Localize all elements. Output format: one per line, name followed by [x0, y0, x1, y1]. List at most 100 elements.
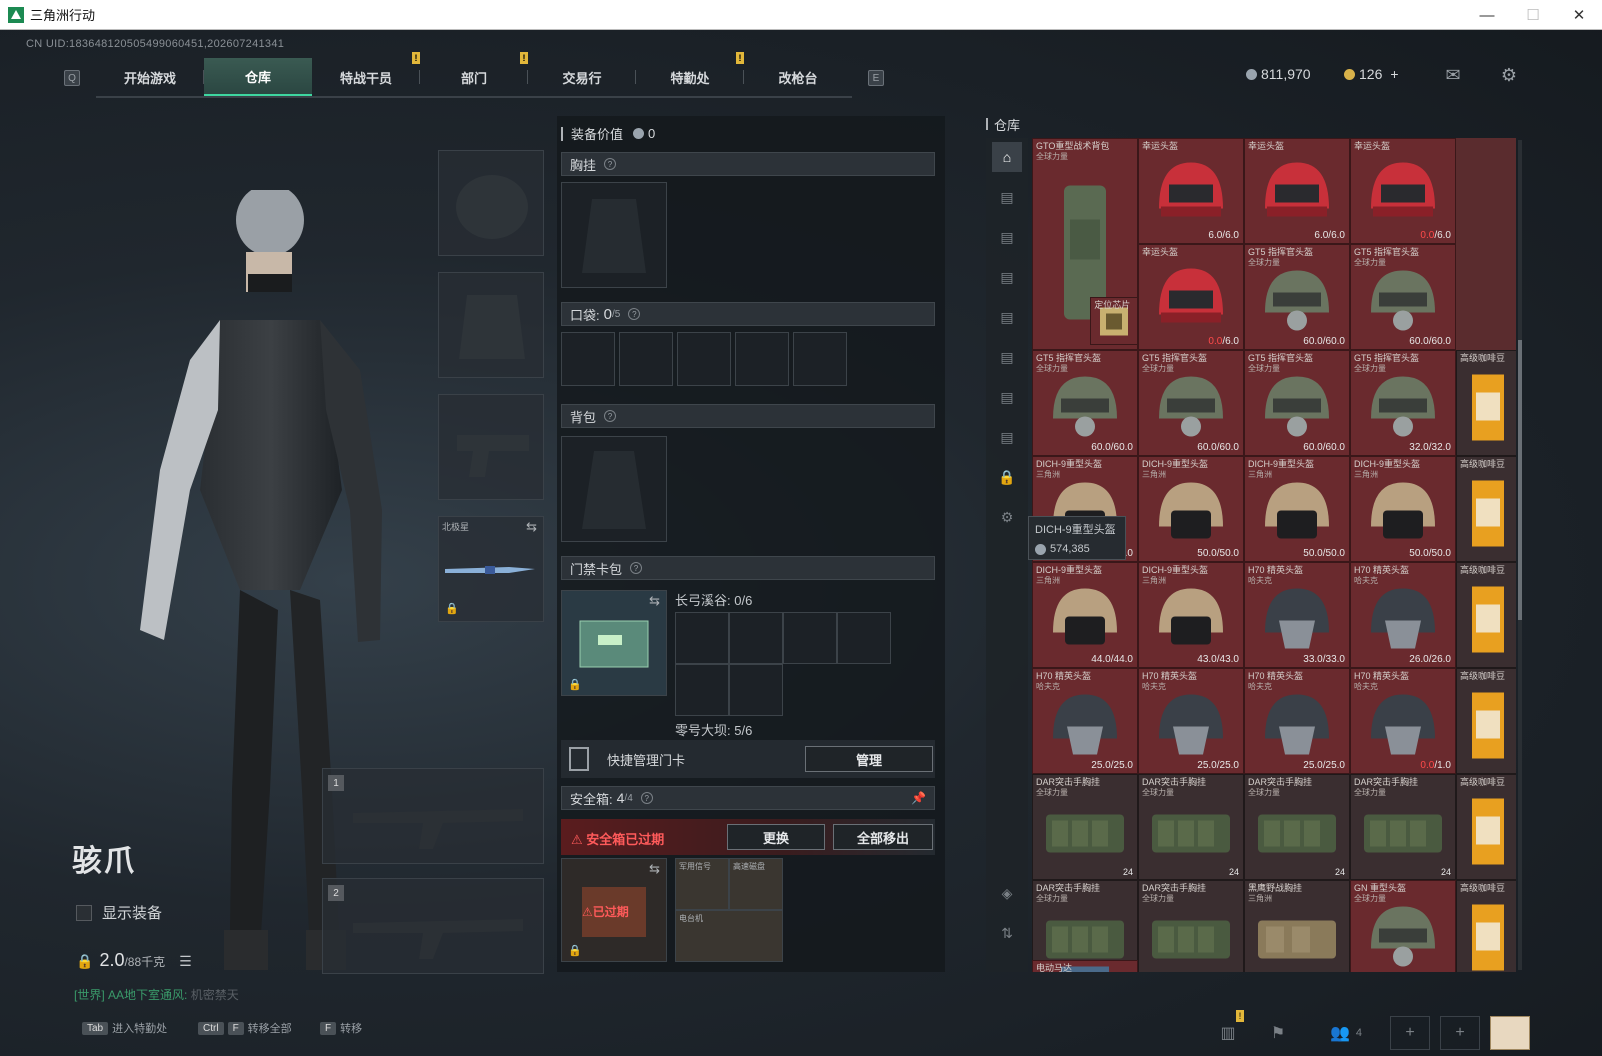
swap-icon[interactable]: ⇆: [526, 519, 537, 535]
pin-icon[interactable]: 📌: [911, 791, 926, 805]
warehouse-item[interactable]: DAR突击手胸挂全球力量24: [1032, 880, 1138, 972]
maximize-button[interactable]: ☐: [1510, 0, 1556, 30]
pocket-slot[interactable]: [619, 332, 673, 386]
tab-warehouse[interactable]: 仓库: [204, 58, 312, 96]
warehouse-item[interactable]: DICH-9重型头盔 三角洲 44.0/44.0: [1032, 562, 1138, 668]
minimize-button[interactable]: —: [1464, 0, 1510, 30]
helmet-slot[interactable]: [438, 150, 544, 256]
keycard-slot[interactable]: [783, 612, 837, 664]
keycard-slot[interactable]: [729, 612, 783, 664]
primary-weapon-slot-2[interactable]: 2: [322, 878, 544, 974]
primary-weapon-slot-1[interactable]: 1: [322, 768, 544, 864]
show-equipment-checkbox[interactable]: [76, 904, 92, 921]
warehouse-item[interactable]: DAR突击手胸挂全球力量24: [1244, 774, 1350, 880]
hint-transfer-all[interactable]: Ctrl F 转移全部: [198, 1020, 292, 1036]
mail-icon[interactable]: ✉: [1442, 64, 1464, 86]
warehouse-home-icon[interactable]: ⌂: [992, 142, 1022, 172]
gear-icon[interactable]: ⚙: [992, 502, 1022, 532]
player-avatar[interactable]: [1490, 1016, 1530, 1050]
keycard-slot[interactable]: [675, 612, 729, 664]
help-icon[interactable]: ?: [604, 158, 617, 170]
tab-special-ops[interactable]: 特勤处!: [636, 52, 744, 96]
keycard-bag-slot[interactable]: ⇆ 🔒: [561, 590, 667, 696]
prev-tab-key[interactable]: Q: [64, 70, 80, 86]
layers-icon[interactable]: ◈: [992, 878, 1022, 908]
pistol-slot[interactable]: [438, 394, 544, 500]
storage-tab-icon[interactable]: ▤: [992, 302, 1022, 332]
hint-enter-special-ops[interactable]: Tab 进入特勤处: [82, 1020, 167, 1036]
storage-tab-icon[interactable]: ▤: [992, 262, 1022, 292]
sort-icon[interactable]: ⇅: [992, 918, 1022, 948]
melee-slot[interactable]: 北极星 ⇆ 🔒: [438, 516, 544, 622]
warehouse-item[interactable]: 高级咖啡豆: [1456, 668, 1516, 774]
warehouse-item[interactable]: GT5 指挥官头盔 全球力量 60.0/60.0: [1244, 350, 1350, 456]
warehouse-item[interactable]: DICH-9重型头盔三角洲 50.0/50.0: [1350, 456, 1456, 562]
warehouse-item[interactable]: 高级咖啡豆: [1456, 880, 1516, 972]
storage-tab-icon[interactable]: ▤: [992, 382, 1022, 412]
manage-keycards-button[interactable]: 管理: [805, 746, 933, 772]
swap-icon[interactable]: ⇆: [649, 593, 660, 609]
list-icon[interactable]: ☰: [179, 953, 192, 970]
close-button[interactable]: ✕: [1556, 0, 1602, 30]
warehouse-item[interactable]: 定位芯片: [1090, 297, 1138, 345]
warehouse-item[interactable]: 幸运头盔 0.0/6.0: [1350, 138, 1456, 244]
tab-trading[interactable]: 交易行: [528, 58, 636, 96]
armor-slot[interactable]: [438, 272, 544, 378]
pocket-slot[interactable]: [561, 332, 615, 386]
warehouse-item[interactable]: DAR突击手胸挂全球力量24: [1350, 774, 1456, 880]
keycard-slot[interactable]: [837, 612, 891, 664]
warehouse-item[interactable]: H70 精英头盔 哈夫克 0.0/1.0: [1350, 668, 1456, 774]
safebox-item[interactable]: 高速磁盘: [729, 858, 783, 910]
warehouse-item[interactable]: DAR突击手胸挂 全球力量: [1138, 880, 1244, 972]
lock-icon[interactable]: 🔒: [992, 462, 1022, 492]
pocket-slot[interactable]: [677, 332, 731, 386]
scrollbar-thumb[interactable]: [1518, 340, 1522, 620]
warehouse-item[interactable]: H70 精英头盔 哈夫克 25.0/25.0: [1032, 668, 1138, 774]
warehouse-item[interactable]: DICH-9重型头盔三角洲 50.0/50.0: [1244, 456, 1350, 562]
settings-gear-icon[interactable]: ⚙: [1498, 64, 1520, 86]
keycard-slot[interactable]: [729, 664, 783, 716]
warehouse-item[interactable]: GT5 指挥官头盔 全球力量 60.0/60.0: [1138, 350, 1244, 456]
help-icon[interactable]: ?: [630, 562, 643, 574]
help-icon[interactable]: ?: [640, 792, 653, 804]
warehouse-item[interactable]: 高级咖啡豆: [1456, 562, 1516, 668]
warehouse-item[interactable]: GN 重型头盔 全球力量: [1350, 880, 1456, 972]
tab-gunsmith[interactable]: 改枪台: [744, 58, 852, 96]
warehouse-item[interactable]: 高级咖啡豆: [1456, 774, 1516, 880]
hint-transfer[interactable]: F 转移: [320, 1020, 362, 1036]
warehouse-item[interactable]: 高级咖啡豆: [1456, 350, 1516, 456]
storage-tab-icon[interactable]: ▤: [992, 182, 1022, 212]
warehouse-item[interactable]: GT5 指挥官头盔 全球力量 60.0/60.0: [1032, 350, 1138, 456]
storage-tab-icon[interactable]: ▤: [992, 222, 1022, 252]
tab-start-game[interactable]: 开始游戏: [96, 58, 204, 96]
warehouse-item[interactable]: 幸运头盔 0.0/6.0: [1138, 244, 1244, 350]
chest-rig-slot[interactable]: [561, 182, 667, 288]
remove-all-button[interactable]: 全部移出: [833, 824, 933, 850]
squad-icon[interactable]: 👥 4: [1318, 1016, 1374, 1050]
warehouse-scrollbar[interactable]: [1518, 140, 1522, 970]
warehouse-item[interactable]: GT5 指挥官头盔 全球力量 60.0/60.0: [1244, 244, 1350, 350]
warehouse-item[interactable]: H70 精英头盔 哈夫克 25.0/25.0: [1138, 668, 1244, 774]
invite-slot-button[interactable]: +: [1390, 1016, 1430, 1050]
delta-coin-balance[interactable]: 126 +: [1344, 66, 1399, 82]
warehouse-item[interactable]: GT5 指挥官头盔 全球力量 32.0/32.0: [1350, 350, 1456, 456]
show-equipment-toggle[interactable]: 显示装备: [76, 902, 162, 923]
storage-tab-icon[interactable]: ▤: [992, 342, 1022, 372]
warehouse-item[interactable]: DICH-9重型头盔 三角洲 43.0/43.0: [1138, 562, 1244, 668]
warehouse-item[interactable]: GT5 指挥官头盔 全球力量 60.0/60.0: [1350, 244, 1456, 350]
keycard-slot[interactable]: [675, 664, 729, 716]
pocket-slot[interactable]: [793, 332, 847, 386]
backpack-slot[interactable]: [561, 436, 667, 542]
replace-safebox-button[interactable]: 更换: [727, 824, 825, 850]
warehouse-item[interactable]: 电动马达: [1032, 959, 1138, 972]
flag-icon[interactable]: ⚑: [1258, 1016, 1298, 1050]
warehouse-item[interactable]: DAR突击手胸挂全球力量24: [1138, 774, 1244, 880]
swap-icon[interactable]: ⇆: [649, 861, 660, 877]
safebox-item[interactable]: 电台机: [675, 910, 783, 962]
stats-chart-icon[interactable]: ▥ !: [1208, 1010, 1248, 1050]
warehouse-item[interactable]: DAR突击手胸挂全球力量24: [1032, 774, 1138, 880]
warehouse-item[interactable]: H70 精英头盔 哈夫克 25.0/25.0: [1244, 668, 1350, 774]
next-tab-key[interactable]: E: [868, 70, 884, 86]
world-chat-line[interactable]: [世界] AA地下室通风: 机密禁天: [74, 986, 239, 1003]
help-icon[interactable]: ?: [604, 410, 617, 422]
